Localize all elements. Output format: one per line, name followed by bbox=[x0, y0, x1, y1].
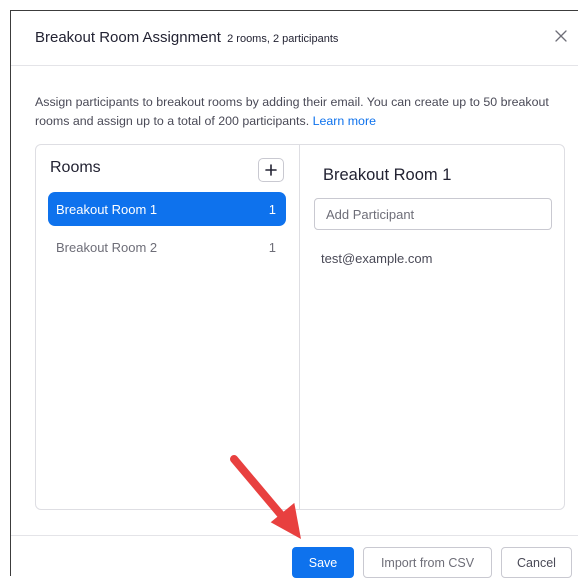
assignment-panel: Rooms Breakout Room 1 1 Breakout Room 2 … bbox=[35, 144, 565, 510]
rooms-list-panel: Rooms Breakout Room 1 1 Breakout Room 2 … bbox=[36, 145, 300, 509]
learn-more-link[interactable]: Learn more bbox=[313, 114, 376, 128]
room-item-breakout-room-1[interactable]: Breakout Room 1 1 bbox=[48, 192, 286, 226]
cancel-button[interactable]: Cancel bbox=[501, 547, 572, 578]
dialog-footer: Save Import from CSV Cancel bbox=[11, 535, 578, 578]
close-button[interactable] bbox=[549, 24, 573, 48]
description-text: Assign participants to breakout rooms by… bbox=[35, 95, 549, 128]
breakout-room-dialog: Breakout Room Assignment 2 rooms, 2 part… bbox=[10, 10, 578, 578]
room-participant-count: 1 bbox=[268, 202, 276, 217]
close-icon bbox=[555, 30, 567, 42]
plus-icon bbox=[265, 164, 277, 176]
save-button[interactable]: Save bbox=[292, 547, 354, 578]
dialog-title-text: Breakout Room Assignment bbox=[35, 29, 221, 46]
import-csv-button[interactable]: Import from CSV bbox=[363, 547, 492, 578]
add-participant-input[interactable] bbox=[314, 198, 552, 230]
room-name: Breakout Room 2 bbox=[56, 240, 158, 255]
rooms-heading: Rooms bbox=[50, 159, 101, 176]
dialog-header: Breakout Room Assignment 2 rooms, 2 part… bbox=[11, 11, 578, 66]
selected-room-title: Breakout Room 1 bbox=[323, 166, 452, 184]
add-room-button[interactable] bbox=[258, 158, 284, 182]
room-name: Breakout Room 1 bbox=[56, 202, 158, 217]
dialog-subtitle: 2 rooms, 2 participants bbox=[227, 33, 339, 45]
room-participant-count: 1 bbox=[268, 240, 276, 255]
dialog-title: Breakout Room Assignment 2 rooms, 2 part… bbox=[35, 29, 338, 46]
dialog-description: Assign participants to breakout rooms by… bbox=[35, 93, 565, 131]
participant-email: test@example.com bbox=[321, 251, 433, 266]
room-item-breakout-room-2[interactable]: Breakout Room 2 1 bbox=[48, 230, 286, 264]
